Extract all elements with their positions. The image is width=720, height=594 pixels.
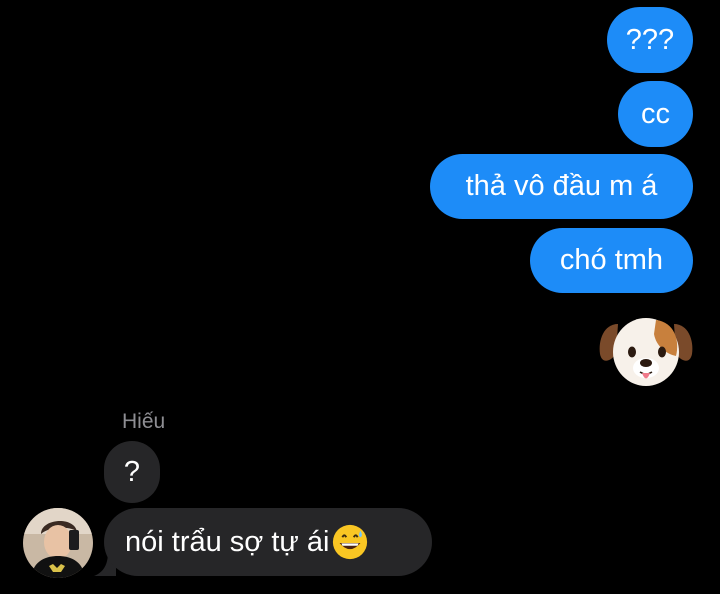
message-text: nói trẩu sợ tự ái	[125, 525, 330, 558]
dog-face-emoji[interactable]	[596, 310, 696, 390]
message-text: ?	[123, 455, 141, 488]
message-text: ???	[625, 23, 675, 56]
sender-name: Hiếu	[122, 410, 166, 433]
sent-message-bubble[interactable]: cc	[618, 81, 693, 147]
avatar[interactable]	[23, 508, 93, 578]
sent-message-bubble[interactable]: chó tmh	[530, 228, 693, 293]
grinning-face-with-sweat-emoji	[333, 524, 368, 560]
received-message-bubble[interactable]: nói trẩu sợ tự ái	[104, 508, 432, 576]
message-text: chó tmh	[559, 244, 664, 276]
received-message-bubble[interactable]: ?	[104, 441, 160, 503]
sent-message-bubble[interactable]: thả vô đầu m á	[430, 154, 693, 219]
message-text: cc	[641, 97, 670, 130]
message-text: thả vô đầu m á	[465, 170, 658, 202]
sent-message-bubble[interactable]: ???	[607, 7, 693, 73]
avatar-photo	[23, 508, 93, 578]
